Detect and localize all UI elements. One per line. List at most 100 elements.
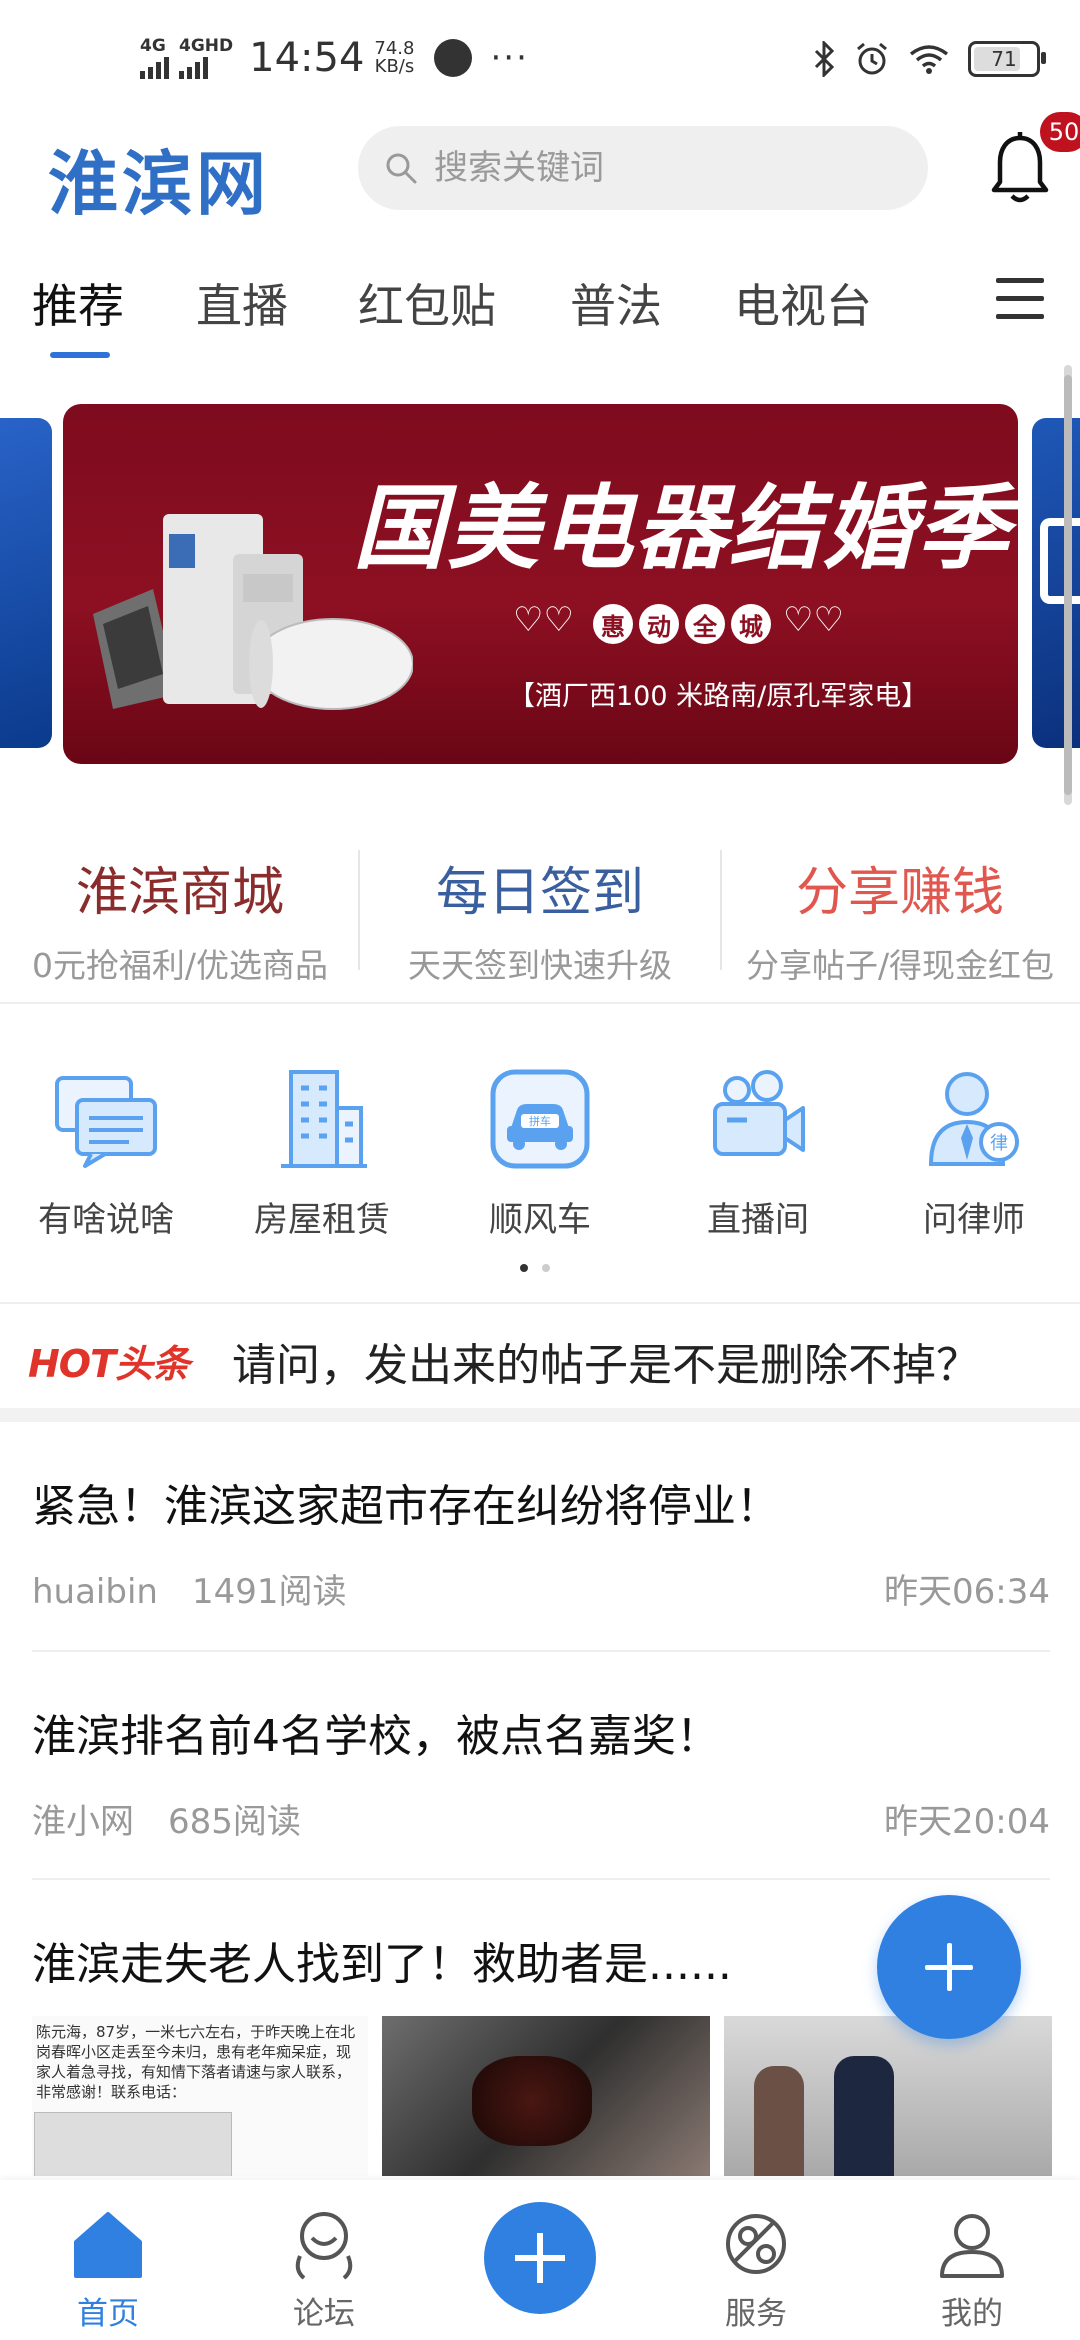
- lawyer-icon: 律: [928, 1072, 1019, 1166]
- news-title[interactable]: 紧急！淮滨这家超市存在纠纷将停业！: [32, 1470, 1050, 1534]
- divider: [32, 1878, 1050, 1880]
- hot-headline[interactable]: HOT头条 请问，发出来的帖子是不是删除不掉？: [0, 1305, 1080, 1405]
- nav-label: 首页: [77, 2296, 139, 2332]
- feature-checkin[interactable]: 每日签到 天天签到快速升级: [360, 850, 720, 987]
- tab-red-packet[interactable]: 红包贴: [358, 270, 496, 336]
- news-meta: 淮小网 685阅读 昨天20:04: [32, 1794, 1050, 1843]
- network-speed: 74.8 KB/s: [374, 40, 414, 76]
- page-dot: [542, 1264, 550, 1272]
- banner-slide[interactable]: 国美电器结婚季 ♡♡ 惠 动 全 城 ♡♡ 【酒厂西100 米路南/原孔军家电】: [63, 404, 1018, 764]
- feature-subtitle: 0元抢福利/优选商品: [31, 946, 329, 985]
- search-input[interactable]: [432, 147, 876, 189]
- news-reads: 685阅读: [168, 1802, 301, 1842]
- scrollbar[interactable]: [1064, 365, 1072, 805]
- feature-mall[interactable]: 淮滨商城 0元抢福利/优选商品: [0, 850, 360, 987]
- nav-home[interactable]: 首页: [28, 2206, 188, 2333]
- quick-item-label: 房屋租赁: [254, 1200, 390, 1240]
- banner-next-peek[interactable]: [1032, 418, 1080, 748]
- news-title[interactable]: 淮滨排名前4名学校，被点名嘉奖！: [32, 1700, 1050, 1764]
- id-card-image: [34, 2112, 232, 2176]
- menu-icon[interactable]: [996, 278, 1044, 324]
- news-thumbnail[interactable]: [724, 2016, 1052, 2176]
- alarm-icon: [857, 42, 887, 75]
- wifi-icon: [909, 45, 949, 74]
- category-tabs: 推荐 直播 红包贴 普法 电视台: [0, 240, 1080, 365]
- quick-item-chat[interactable]: 有啥说啥: [16, 1064, 196, 1241]
- search-bar[interactable]: [358, 126, 928, 210]
- section-gap: [0, 1408, 1080, 1422]
- tab-recommend[interactable]: 推荐: [32, 270, 124, 336]
- signal-4ghd: 4GHD: [179, 35, 234, 79]
- news-thumbnail[interactable]: [382, 2016, 710, 2176]
- banner-title: 国美电器结婚季: [353, 474, 1012, 582]
- feature-subtitle: 天天签到快速升级: [408, 946, 672, 985]
- feature-blocks: 淮滨商城 0元抢福利/优选商品 每日签到 天天签到快速升级 分享赚钱 分享帖子/…: [0, 830, 1080, 1010]
- profile-icon: [940, 2214, 1004, 2278]
- news-thumbnails[interactable]: 陈元海，87岁，一米七六左右，于昨天晚上在北岗春晖小区走丢至今未归，患有老年痴呆…: [32, 2016, 1052, 2176]
- news-item[interactable]: 紧急！淮滨这家超市存在纠纷将停业！ huaibin 1491阅读 昨天06:34: [32, 1470, 1050, 1613]
- hot-logo: HOT头条: [28, 1342, 190, 1386]
- feature-title: 淮滨商城: [75, 863, 284, 923]
- status-right: 71: [812, 34, 1046, 84]
- quick-item-live-room[interactable]: 直播间: [668, 1064, 848, 1241]
- nav-profile[interactable]: 我的: [892, 2206, 1052, 2333]
- heart-icon: ♡♡: [513, 600, 574, 640]
- active-tab-indicator: [50, 352, 110, 358]
- banner-prev-peek[interactable]: [0, 418, 52, 748]
- feature-title: 分享赚钱: [795, 863, 1004, 923]
- quick-item-rental[interactable]: 房屋租赁: [232, 1064, 412, 1241]
- banner-tag-char: 惠: [593, 604, 633, 644]
- quick-item-label: 顺风车: [489, 1200, 591, 1240]
- nav-service[interactable]: 服务: [676, 2206, 836, 2333]
- floating-add-button[interactable]: [877, 1895, 1021, 2039]
- bluetooth-icon: [814, 41, 835, 77]
- chat-bubbles-icon: [55, 1076, 157, 1168]
- network-type-label: 4GHD: [179, 35, 234, 56]
- page-dot-active: [520, 1264, 528, 1272]
- app-header: 淮滨网 50: [0, 110, 1080, 230]
- nav-add-button[interactable]: [484, 2202, 596, 2314]
- bottom-nav: 首页 论坛 服务 我的: [0, 2180, 1080, 2340]
- heart-icon: ♡♡: [783, 600, 844, 640]
- lawyer-badge-text: 律: [990, 1133, 1008, 1154]
- quick-item-label: 问律师: [923, 1200, 1025, 1240]
- video-camera-icon: [713, 1070, 805, 1156]
- tab-law[interactable]: 普法: [570, 270, 662, 336]
- news-thumbnail[interactable]: 陈元海，87岁，一米七六左右，于昨天晚上在北岗春晖小区走丢至今未归，患有老年痴呆…: [32, 2016, 368, 2176]
- hot-headline-text[interactable]: 请问，发出来的帖子是不是删除不掉？: [232, 1329, 980, 1393]
- divider: [32, 1650, 1050, 1652]
- banner-carousel[interactable]: 国美电器结婚季 ♡♡ 惠 动 全 城 ♡♡ 【酒厂西100 米路南/原孔军家电】: [0, 398, 1080, 778]
- battery-level: 71: [991, 47, 1017, 71]
- buildings-icon: [281, 1070, 367, 1168]
- signal-bars-icon: [179, 55, 208, 79]
- banner-tag-char: 城: [731, 604, 771, 644]
- battery-indicator: 71: [968, 41, 1046, 77]
- forum-icon: [295, 2212, 353, 2280]
- banner-address: 【酒厂西100 米路南/原孔军家电】: [508, 681, 929, 712]
- quick-item-lawyer[interactable]: 律 问律师: [884, 1064, 1064, 1241]
- news-item[interactable]: 淮滨排名前4名学校，被点名嘉奖！ 淮小网 685阅读 昨天20:04: [32, 1700, 1050, 1843]
- quick-item-label: 直播间: [707, 1200, 809, 1240]
- nav-forum[interactable]: 论坛: [244, 2206, 404, 2333]
- notification-badge: 50: [1040, 112, 1080, 152]
- nav-label: 论坛: [293, 2296, 355, 2332]
- search-icon: [386, 153, 417, 184]
- news-time: 昨天20:04: [884, 1802, 1050, 1842]
- carpool-badge-text: 拼车: [529, 1114, 551, 1128]
- tab-tv[interactable]: 电视台: [734, 270, 872, 336]
- tab-live[interactable]: 直播: [196, 270, 288, 336]
- network-type-label: 4G: [140, 35, 166, 56]
- news-author: huaibin: [32, 1572, 158, 1612]
- app-logo: 淮滨网: [48, 142, 270, 225]
- feature-subtitle: 分享帖子/得现金红包: [745, 946, 1055, 985]
- news-reads: 1491阅读: [191, 1572, 347, 1612]
- divider: [0, 1302, 1080, 1304]
- news-time: 昨天06:34: [884, 1572, 1050, 1612]
- speed-unit: KB/s: [374, 56, 415, 77]
- news-author: 淮小网: [32, 1802, 134, 1842]
- quick-item-carpool[interactable]: 拼车 顺风车: [450, 1064, 630, 1241]
- feature-title: 每日签到: [435, 863, 644, 923]
- feature-share[interactable]: 分享赚钱 分享帖子/得现金红包: [720, 850, 1080, 987]
- banner-tag-char: 动: [639, 604, 679, 644]
- banner-tag-char: 全: [685, 604, 725, 644]
